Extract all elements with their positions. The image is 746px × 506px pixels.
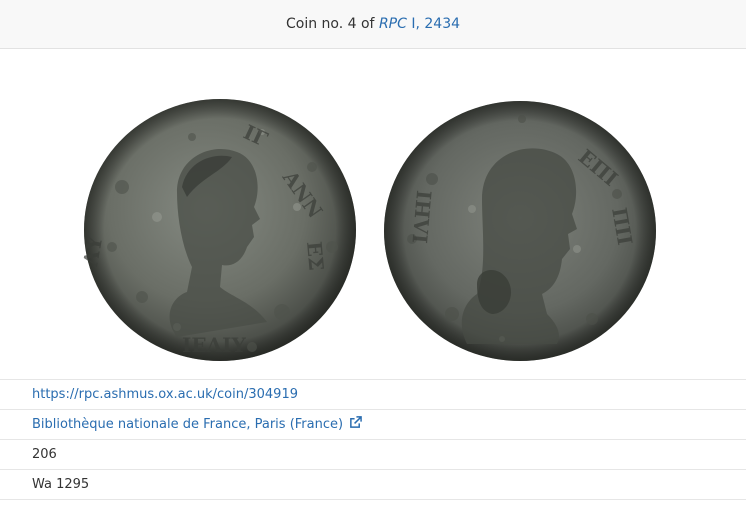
detail-row-reference: Wa 1295 bbox=[0, 469, 746, 500]
title-prefix: Coin no. 4 of bbox=[285, 16, 375, 32]
collection-label: Bibliothèque nationale de France, Paris … bbox=[32, 417, 344, 432]
coin-details-list: https://rpc.ashmus.ox.ac.uk/coin/304919 … bbox=[0, 379, 746, 500]
rpc-reference-link[interactable]: RPC I, 2434 bbox=[379, 16, 460, 32]
svg-text:ΙΛΗΙ: ΙΛΗΙ bbox=[408, 189, 437, 244]
svg-text:ΕΣ: ΕΣ bbox=[302, 240, 328, 271]
coin-obverse-image[interactable]: IΓ ANN ΕΣ ΙΕΛΙΥ ΛΥ bbox=[82, 97, 358, 363]
coin-url-link[interactable]: https://rpc.ashmus.ox.ac.uk/coin/304919 bbox=[32, 387, 298, 402]
rpc-reference-number: I, 2434 bbox=[411, 16, 461, 32]
detail-row-url: https://rpc.ashmus.ox.ac.uk/coin/304919 bbox=[0, 379, 746, 409]
page-title-bar: Coin no. 4 of RPC I, 2434 bbox=[0, 0, 746, 49]
detail-row-collection: Bibliothèque nationale de France, Paris … bbox=[0, 409, 746, 439]
detail-row-number: 206 bbox=[0, 439, 746, 469]
collection-link[interactable]: Bibliothèque nationale de France, Paris … bbox=[32, 416, 362, 433]
coin-reverse-image[interactable]: ΕΠΙ ΠΙΙ ΙΛΗΙ bbox=[382, 99, 658, 363]
coin-number: 206 bbox=[32, 447, 57, 462]
rpc-series-label: RPC bbox=[378, 16, 407, 32]
external-link-icon bbox=[349, 416, 362, 433]
svg-text:ΙΕΛΙΥ: ΙΕΛΙΥ bbox=[182, 333, 246, 357]
coin-reference: Wa 1295 bbox=[32, 477, 90, 492]
coin-images: IΓ ANN ΕΣ ΙΕΛΙΥ ΛΥ ΕΠΙ ΠΙΙ ΙΛΗΙ bbox=[0, 49, 746, 379]
